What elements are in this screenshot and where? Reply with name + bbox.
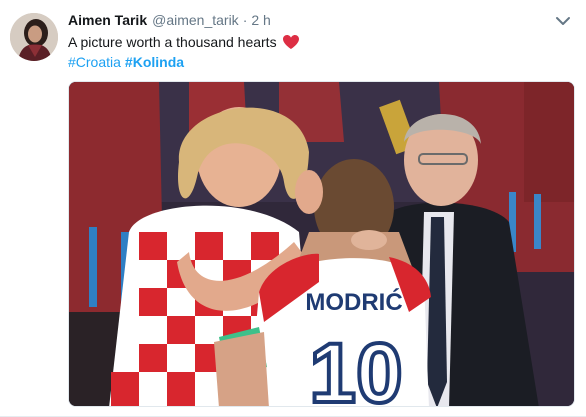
tweet-photo[interactable]: MODRIĆ 10 (68, 81, 575, 407)
tweet-text: A picture worth a thousand hearts #Croat… (68, 32, 568, 72)
jersey-number: 10 (309, 326, 402, 407)
tweet-header: Aimen Tarik @aimen_tarik · 2 h (68, 12, 271, 32)
timestamp[interactable]: 2 h (251, 12, 270, 28)
separator-dot: · (242, 12, 248, 28)
chevron-down-icon[interactable] (554, 12, 572, 30)
hashtag-kolinda[interactable]: #Kolinda (125, 52, 184, 72)
author-handle[interactable]: @aimen_tarik (152, 12, 239, 28)
avatar-image (10, 13, 58, 61)
hashtags-line: #Croatia #Kolinda (68, 52, 568, 72)
tweet-card[interactable]: Aimen Tarik @aimen_tarik · 2 h A picture… (0, 0, 586, 417)
jersey-name: MODRIĆ (305, 288, 402, 316)
tweet-message: A picture worth a thousand hearts (68, 34, 277, 50)
tweet-text-line: A picture worth a thousand hearts (68, 32, 568, 52)
avatar[interactable] (10, 13, 58, 61)
red-heart-icon (282, 34, 300, 50)
photo-illustration: MODRIĆ 10 (69, 82, 574, 407)
author-name[interactable]: Aimen Tarik (68, 12, 147, 28)
hashtag-croatia[interactable]: #Croatia (68, 52, 121, 72)
